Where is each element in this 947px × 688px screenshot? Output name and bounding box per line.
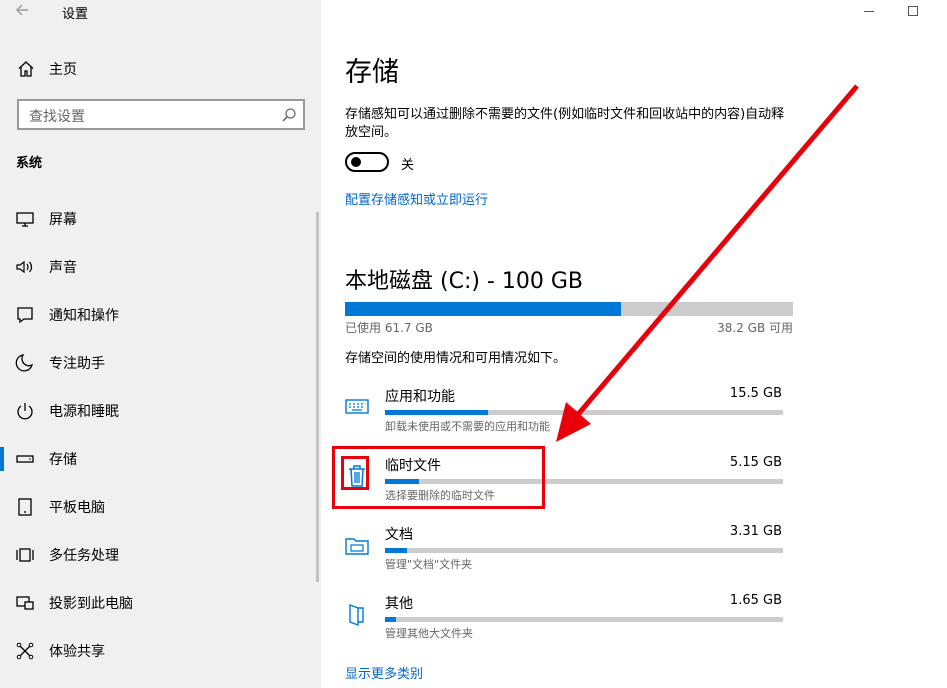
notification-icon — [17, 307, 33, 324]
home-label: 主页 — [49, 62, 77, 78]
sidebar-item-sound[interactable]: 声音 — [0, 247, 321, 287]
minimize-button[interactable] — [864, 11, 874, 12]
sidebar-item-tablet[interactable]: 平板电脑 — [0, 487, 321, 527]
category-bar — [385, 410, 783, 415]
sidebar-item-label: 通知和操作 — [49, 308, 119, 324]
usage-description: 存储空间的使用情况和可用情况如下。 — [345, 351, 567, 366]
sidebar-item-storage[interactable]: 存储 — [0, 439, 321, 479]
sidebar-item-label: 多任务处理 — [49, 548, 119, 564]
category-subtext: 管理其他大文件夹 — [385, 627, 473, 640]
sidebar-item-display[interactable]: 屏幕 — [0, 199, 321, 239]
toggle-knob — [351, 157, 361, 167]
annotation-icon-box — [341, 456, 369, 490]
share-icon — [16, 642, 34, 660]
storage-sense-toggle[interactable] — [345, 152, 389, 172]
home-icon — [18, 61, 34, 77]
used-space-label: 已使用 61.7 GB — [345, 321, 433, 335]
category-size: 5.15 GB — [729, 455, 782, 470]
sidebar-item-label: 投影到此电脑 — [49, 596, 133, 612]
folder-icon — [345, 538, 369, 555]
display-icon — [16, 212, 34, 227]
category-subtext: 管理"文档"文件夹 — [385, 558, 473, 571]
sidebar-item-multitasking[interactable]: 多任务处理 — [0, 535, 321, 575]
category-size: 1.65 GB — [729, 593, 782, 608]
category-documents[interactable]: 文档 3.31 GB 管理"文档"文件夹 — [340, 524, 790, 584]
sidebar-item-shared-experiences[interactable]: 体验共享 — [0, 631, 321, 671]
tablet-icon — [18, 498, 32, 516]
sidebar-item-label: 体验共享 — [49, 644, 105, 660]
sidebar-item-notifications[interactable]: 通知和操作 — [0, 295, 321, 335]
maximize-button[interactable] — [908, 6, 918, 16]
home-nav-item[interactable]: 主页 — [16, 57, 77, 81]
toggle-state-label: 关 — [401, 158, 415, 173]
app-title: 设置 — [62, 7, 89, 22]
configure-storage-sense-link[interactable]: 配置存储感知或立即运行 — [345, 189, 488, 208]
back-arrow-icon — [16, 4, 28, 16]
category-bar-fill — [385, 410, 489, 415]
category-bar — [385, 548, 783, 553]
sidebar-item-label: 专注助手 — [49, 356, 105, 372]
storage-sense-description: 存储感知可以通过删除不需要的文件(例如临时文件和回收站中的内容)自动释放空间。 — [345, 107, 785, 140]
sidebar-item-label: 平板电脑 — [49, 500, 105, 516]
show-more-categories-link[interactable]: 显示更多类别 — [345, 663, 423, 682]
sidebar-item-focus-assist[interactable]: 专注助手 — [0, 343, 321, 383]
speaker-icon — [16, 260, 33, 274]
section-label: 系统 — [16, 156, 43, 171]
sidebar: 设置 主页 查找设置 系统 屏幕 声音 通知和操作 专注助手 电源和睡眠 存储 … — [0, 0, 321, 688]
sidebar-item-label: 存储 — [49, 452, 77, 468]
other-files-icon — [349, 603, 364, 627]
search-placeholder: 查找设置 — [29, 109, 85, 125]
sidebar-item-label: 声音 — [49, 260, 77, 276]
category-bar-fill — [385, 617, 397, 622]
multitask-icon — [16, 548, 34, 562]
sidebar-item-power[interactable]: 电源和睡眠 — [0, 391, 321, 431]
sidebar-item-label: 屏幕 — [49, 212, 77, 228]
category-bar-fill — [385, 548, 407, 553]
search-icon — [282, 108, 296, 122]
sidebar-item-projection[interactable]: 投影到此电脑 — [0, 583, 321, 623]
projection-icon — [16, 596, 34, 610]
disk-usage-bar — [345, 302, 793, 316]
keyboard-icon — [345, 399, 369, 414]
category-size: 15.5 GB — [729, 386, 782, 401]
category-other[interactable]: 其他 1.65 GB 管理其他大文件夹 — [340, 593, 790, 653]
category-name: 应用和功能 — [385, 389, 455, 405]
sidebar-item-label: 电源和睡眠 — [49, 404, 119, 420]
back-button[interactable] — [14, 2, 36, 22]
category-subtext: 卸载未使用或不需要的应用和功能 — [385, 420, 550, 433]
category-name: 文档 — [385, 527, 413, 543]
category-size: 3.31 GB — [729, 524, 782, 539]
moon-icon — [15, 354, 34, 372]
search-input[interactable]: 查找设置 — [17, 99, 305, 130]
sidebar-scrollbar[interactable] — [316, 212, 319, 582]
disk-usage-fill — [345, 302, 622, 316]
free-space-label: 38.2 GB 可用 — [717, 321, 793, 335]
category-name: 其他 — [385, 596, 413, 612]
category-apps-features[interactable]: 应用和功能 15.5 GB 卸载未使用或不需要的应用和功能 — [340, 386, 790, 446]
page-title: 存储 — [345, 57, 399, 88]
category-bar — [385, 617, 783, 622]
storage-icon — [16, 455, 34, 463]
power-icon — [17, 403, 33, 420]
disk-title: 本地磁盘 (C:) - 100 GB — [345, 269, 583, 294]
